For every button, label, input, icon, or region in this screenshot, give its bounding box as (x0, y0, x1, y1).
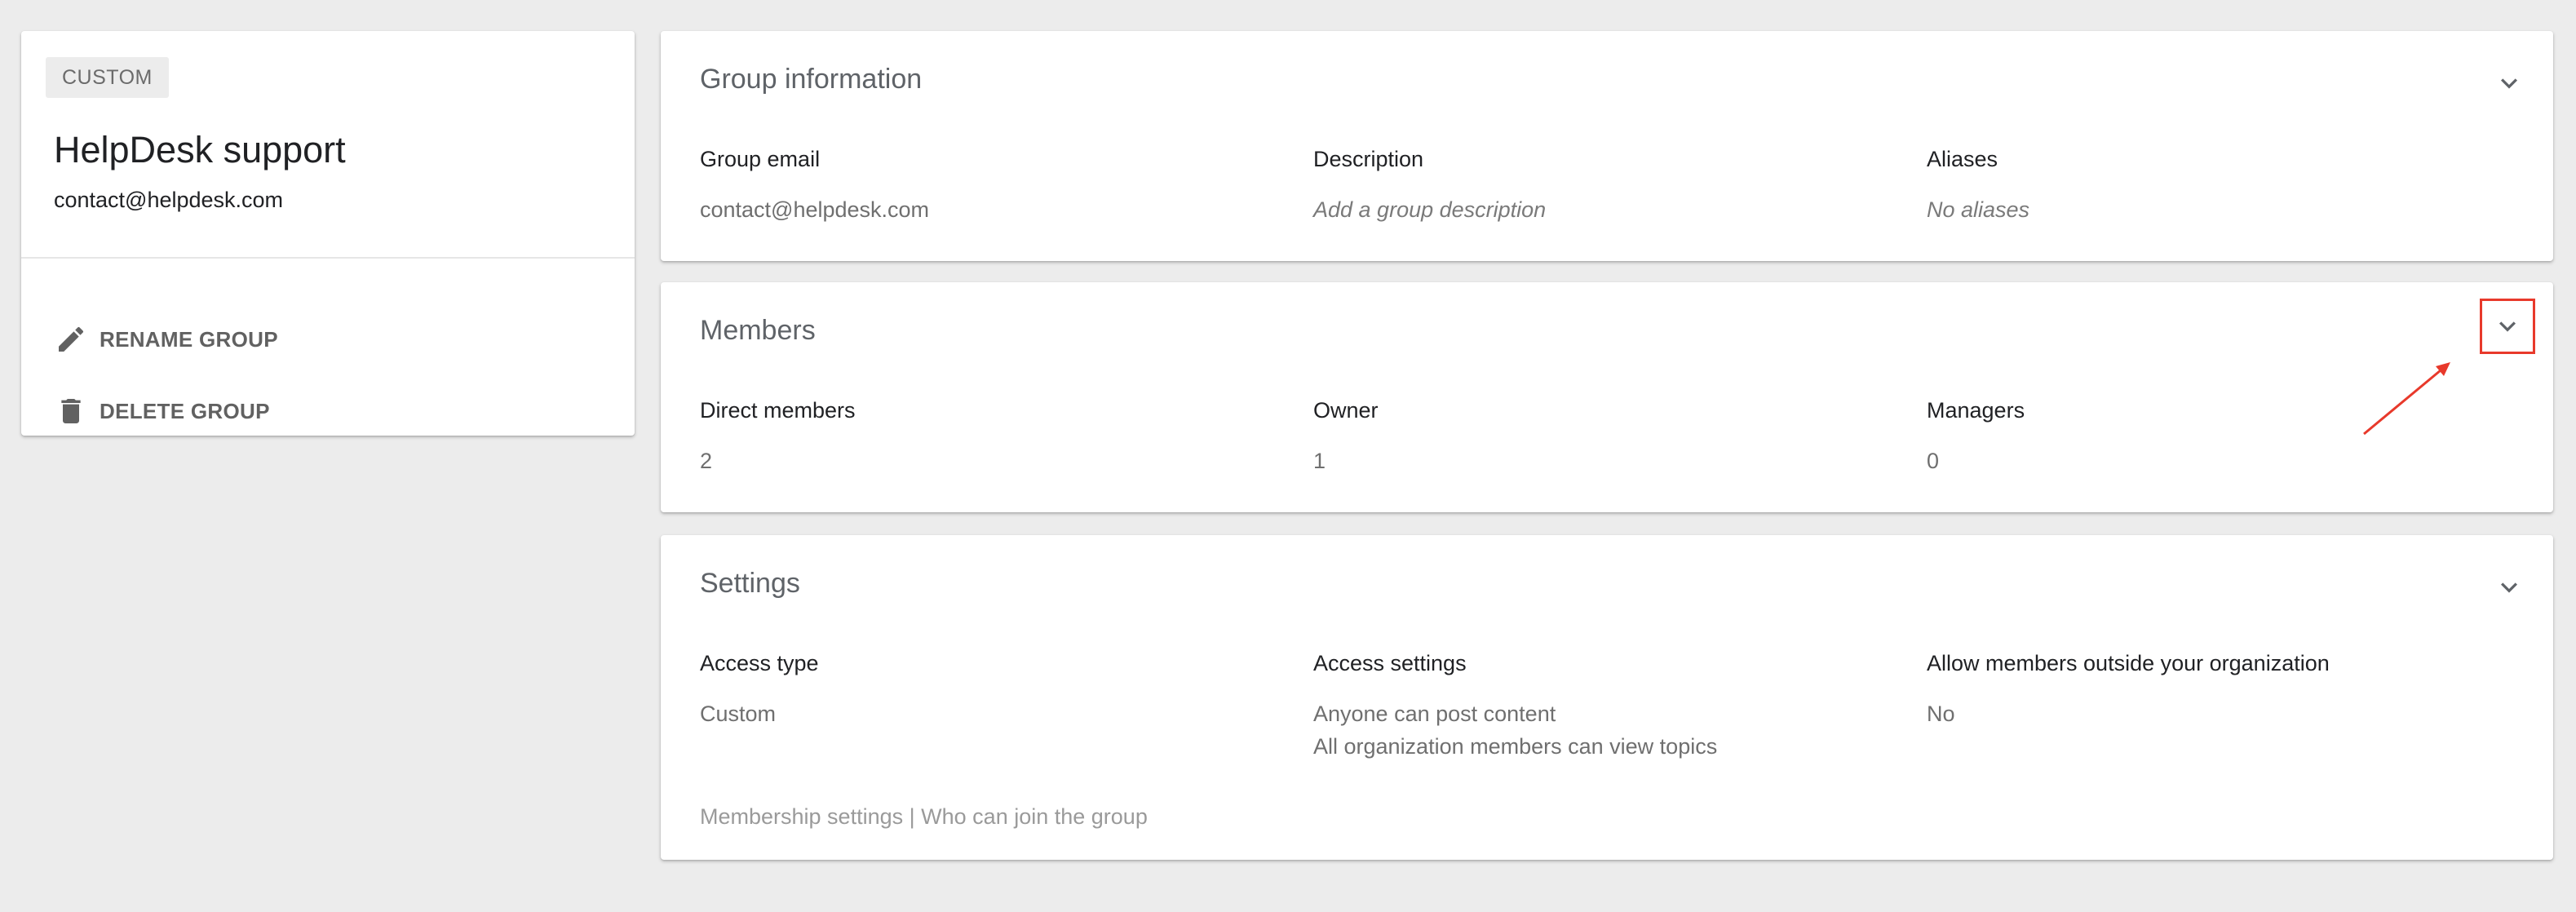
divider (21, 257, 635, 259)
field-value: Anyone can post content (1313, 702, 1556, 726)
pencil-icon (51, 319, 91, 360)
field-label: Managers (1927, 398, 2025, 423)
members-section: Members Direct members 2 Owner 1 Manager… (661, 282, 2553, 512)
field-value: Add a group description (1313, 197, 1547, 222)
chevron-down-icon (2501, 78, 2517, 89)
settings-section: Settings Access type Custom Access setti… (661, 535, 2553, 860)
membership-settings-link[interactable]: Membership settings (700, 804, 903, 829)
owner-field: Owner 1 (1313, 398, 1379, 477)
group-email-field: Group email contact@helpdesk.com (700, 147, 929, 226)
access-type-field: Access type Custom (700, 651, 819, 730)
rename-group-button[interactable]: RENAME GROUP (51, 315, 278, 364)
group-type-badge: CUSTOM (46, 57, 169, 98)
section-title: Group information (700, 64, 923, 95)
field-value: No (1927, 702, 1955, 726)
chevron-down-icon (2499, 321, 2516, 332)
annotation-arrow-icon (2363, 362, 2450, 436)
who-can-join-link[interactable]: Who can join the group (921, 804, 1148, 829)
delete-group-button[interactable]: DELETE GROUP (51, 387, 270, 436)
external-members-field: Allow members outside your organization … (1927, 651, 2330, 730)
trash-icon (51, 391, 91, 432)
managers-field: Managers 0 (1927, 398, 2025, 477)
field-label: Group email (700, 147, 821, 171)
aliases-field: Aliases No aliases (1927, 147, 2029, 226)
field-label: Description (1313, 147, 1424, 171)
field-value: No aliases (1927, 197, 2030, 222)
field-label: Direct members (700, 398, 856, 423)
section-title: Members (700, 315, 816, 346)
rename-group-label: RENAME GROUP (100, 326, 278, 352)
expand-group-information-button[interactable] (2485, 59, 2534, 108)
field-value: All organization members can view topics (1313, 734, 1718, 759)
field-label: Owner (1313, 398, 1379, 423)
field-label: Access type (700, 651, 819, 675)
field-label: Aliases (1927, 147, 1998, 171)
group-name: HelpDesk support (54, 129, 346, 170)
chevron-down-icon (2501, 582, 2517, 593)
expand-settings-button[interactable] (2485, 563, 2534, 612)
section-title: Settings (700, 568, 800, 599)
group-email: contact@helpdesk.com (54, 188, 284, 212)
footer-separator: | (909, 804, 915, 829)
field-value: 0 (1927, 449, 1940, 473)
expand-members-button[interactable] (2480, 299, 2535, 354)
field-value: 2 (700, 449, 713, 473)
field-value: Custom (700, 702, 777, 726)
field-value: contact@helpdesk.com (700, 197, 930, 222)
direct-members-field: Direct members 2 (700, 398, 856, 477)
group-information-section: Group information Group email contact@he… (661, 31, 2553, 261)
group-summary-card: CUSTOM HelpDesk support contact@helpdesk… (21, 31, 635, 436)
description-field[interactable]: Description Add a group description (1313, 147, 1546, 226)
delete-group-label: DELETE GROUP (100, 398, 270, 423)
field-label: Allow members outside your organization (1927, 651, 2330, 675)
field-label: Access settings (1313, 651, 1467, 675)
field-value: 1 (1313, 449, 1326, 473)
settings-footer: Membership settings | Who can join the g… (700, 804, 1148, 830)
access-settings-field: Access settings Anyone can post content … (1313, 651, 1717, 763)
